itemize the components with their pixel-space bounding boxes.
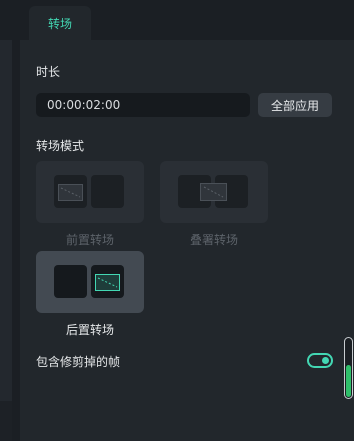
clip-b-icon: [91, 175, 124, 208]
tab-transition[interactable]: 转场: [29, 6, 91, 41]
scrollbar-thumb[interactable]: [346, 365, 351, 397]
duration-field[interactable]: [36, 93, 250, 117]
transition-settings-screen: 转场 时长 全部应用 转场模式 前置转场 叠署转场: [0, 0, 354, 441]
mode-option-suffix-label: 后置转场: [65, 323, 114, 337]
duration-label: 时长: [36, 65, 61, 79]
transition-overlay-icon: [200, 183, 227, 201]
transition-panel: 转场 时长 全部应用 转场模式 前置转场 叠署转场: [20, 0, 354, 441]
mode-option-suffix[interactable]: [36, 251, 144, 313]
mode-option-prefix-label: 前置转场: [65, 233, 114, 247]
tab-bar: 转场: [20, 0, 354, 41]
adjacent-panel-edge: [0, 0, 12, 441]
apply-all-button[interactable]: 全部应用: [258, 93, 332, 117]
clip-a-icon: [54, 175, 87, 208]
toggle-knob: [322, 357, 329, 364]
adjacent-panel-top: [0, 0, 12, 40]
include-trimmed-label: 包含修剪掉的帧: [36, 355, 121, 369]
clip-b-icon: [91, 265, 124, 298]
transition-overlay-icon: [58, 184, 83, 201]
mode-option-prefix[interactable]: [36, 161, 144, 223]
mode-option-overlap[interactable]: [160, 161, 268, 223]
mode-option-overlap-label: 叠署转场: [189, 233, 238, 247]
transition-overlay-icon: [95, 274, 120, 291]
vertical-scrollbar[interactable]: [344, 337, 353, 399]
adjacent-panel-bottom: [0, 401, 12, 441]
include-trimmed-toggle[interactable]: [307, 353, 333, 368]
clip-a-icon: [54, 265, 87, 298]
transition-mode-label: 转场模式: [36, 139, 85, 153]
